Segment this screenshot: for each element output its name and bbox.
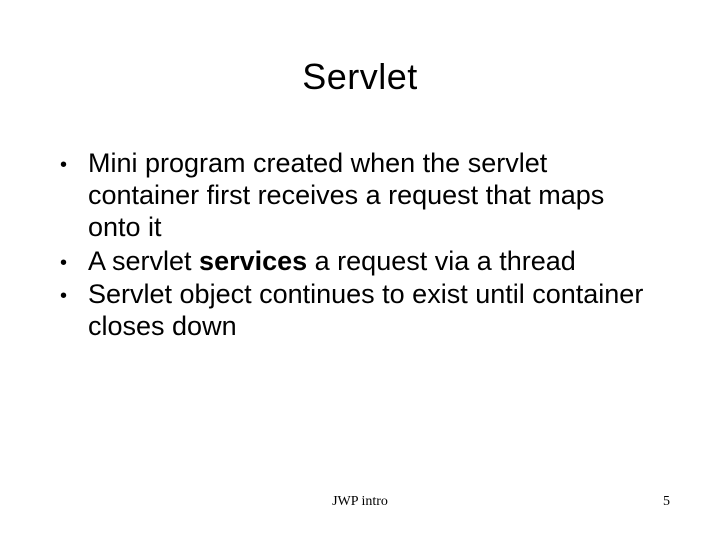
footer-text: JWP intro [0,494,720,510]
bullet-bold: services [199,246,307,276]
bullet-text: Servlet object continues to exist until … [88,279,643,341]
page-number: 5 [663,494,670,510]
slide: Servlet Mini program created when the se… [0,0,720,540]
bullet-text: A servlet [88,246,199,276]
list-item: A servlet services a request via a threa… [60,246,660,278]
list-item: Mini program created when the servlet co… [60,148,660,244]
slide-title: Servlet [0,56,720,98]
bullet-list: Mini program created when the servlet co… [60,148,660,343]
list-item: Servlet object continues to exist until … [60,279,660,343]
bullet-text-post: a request via a thread [307,246,576,276]
bullet-text: Mini program created when the servlet co… [88,148,604,242]
slide-body: Mini program created when the servlet co… [60,148,660,345]
